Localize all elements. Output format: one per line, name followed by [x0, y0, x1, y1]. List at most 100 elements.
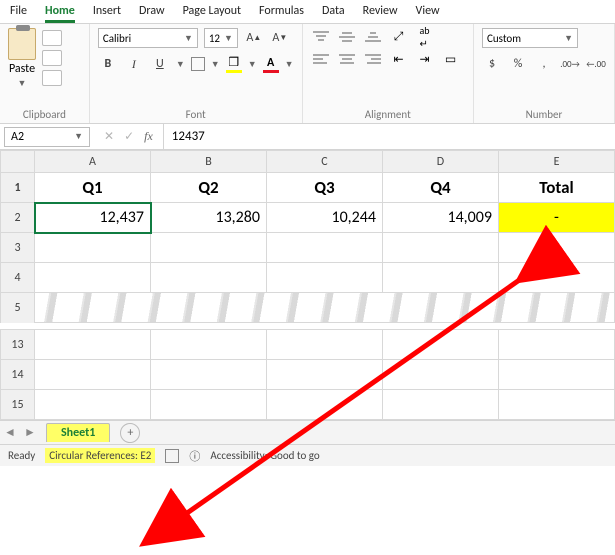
percent-button[interactable]: %: [508, 54, 528, 74]
font-size-select[interactable]: 12▼: [204, 28, 238, 48]
cell[interactable]: [35, 330, 151, 360]
col-header-a[interactable]: A: [35, 151, 151, 173]
chevron-down-icon[interactable]: ▼: [248, 59, 257, 70]
cell[interactable]: [151, 330, 267, 360]
cell-d2[interactable]: 14,009: [383, 203, 499, 233]
col-header-b[interactable]: B: [151, 151, 267, 173]
spreadsheet-grid[interactable]: A B C D E 1 Q1 Q2 Q3 Q4 Total 2 12,437 1…: [0, 150, 615, 420]
decrease-decimal-button[interactable]: ←.00: [586, 54, 606, 74]
add-sheet-button[interactable]: +: [120, 423, 140, 443]
cell[interactable]: [151, 263, 267, 293]
col-header-c[interactable]: C: [267, 151, 383, 173]
row-header-5[interactable]: 5: [1, 293, 35, 323]
row-header-1[interactable]: 1: [1, 173, 35, 203]
cell-a2[interactable]: 12,437: [35, 203, 151, 233]
decrease-indent-button[interactable]: ⇤: [389, 50, 409, 68]
fill-color-button[interactable]: ❒: [226, 55, 242, 73]
row-header-2[interactable]: 2: [1, 203, 35, 233]
cell-c2[interactable]: 10,244: [267, 203, 383, 233]
row-header-3[interactable]: 3: [1, 233, 35, 263]
cell[interactable]: [35, 390, 151, 420]
tab-page-layout[interactable]: Page Layout: [183, 4, 241, 20]
row-header-4[interactable]: 4: [1, 263, 35, 293]
wrap-text-button[interactable]: ab↵: [415, 28, 435, 46]
cell[interactable]: [383, 390, 499, 420]
tab-file[interactable]: File: [10, 4, 27, 20]
align-middle-button[interactable]: [337, 28, 357, 46]
accessibility-icon[interactable]: ⓘ: [189, 448, 200, 464]
cell[interactable]: [383, 263, 499, 293]
increase-font-icon[interactable]: A▲: [244, 28, 264, 48]
cell-e1[interactable]: Total: [499, 173, 615, 203]
cell-a1[interactable]: Q1: [35, 173, 151, 203]
row-header-14[interactable]: 14: [1, 360, 35, 390]
underline-button[interactable]: U: [150, 54, 170, 74]
comma-button[interactable]: ,: [534, 54, 554, 74]
tab-formulas[interactable]: Formulas: [259, 4, 304, 20]
increase-decimal-button[interactable]: .00→: [560, 54, 580, 74]
cell[interactable]: [499, 330, 615, 360]
fx-icon[interactable]: fx: [144, 129, 153, 144]
currency-button[interactable]: $: [482, 54, 502, 74]
chevron-down-icon[interactable]: ▼: [211, 59, 220, 70]
cell[interactable]: [267, 390, 383, 420]
tab-draw[interactable]: Draw: [139, 4, 165, 20]
cell[interactable]: [35, 360, 151, 390]
font-name-select[interactable]: Calibri▼: [98, 28, 198, 48]
cell[interactable]: [499, 390, 615, 420]
tab-home[interactable]: Home: [45, 4, 75, 23]
sheet-nav-next[interactable]: ►: [20, 425, 40, 440]
copy-button[interactable]: [42, 50, 62, 66]
cell[interactable]: [383, 360, 499, 390]
tab-insert[interactable]: Insert: [93, 4, 121, 20]
bold-button[interactable]: B: [98, 54, 118, 74]
cell-e2[interactable]: -: [499, 203, 615, 233]
font-color-button[interactable]: A: [263, 56, 279, 73]
status-circular-reference[interactable]: Circular References: E2: [45, 448, 155, 463]
enter-icon[interactable]: ✓: [124, 129, 134, 144]
cell[interactable]: [499, 233, 615, 263]
cell[interactable]: [383, 233, 499, 263]
tab-data[interactable]: Data: [322, 4, 345, 20]
cell[interactable]: [151, 390, 267, 420]
cancel-icon[interactable]: ✕: [104, 129, 114, 144]
chevron-down-icon[interactable]: ▼: [285, 59, 294, 70]
cell[interactable]: [267, 360, 383, 390]
row-header-15[interactable]: 15: [1, 390, 35, 420]
cell-c1[interactable]: Q3: [267, 173, 383, 203]
select-all-corner[interactable]: [1, 151, 35, 173]
align-right-button[interactable]: [363, 50, 383, 68]
italic-button[interactable]: I: [124, 54, 144, 74]
col-header-e[interactable]: E: [499, 151, 615, 173]
align-center-button[interactable]: [337, 50, 357, 68]
cell[interactable]: [35, 233, 151, 263]
merge-button[interactable]: ▭: [441, 50, 461, 68]
cell[interactable]: [267, 330, 383, 360]
cell[interactable]: [151, 233, 267, 263]
formula-bar[interactable]: 12437: [163, 124, 615, 149]
cell-b2[interactable]: 13,280: [151, 203, 267, 233]
cell[interactable]: [267, 233, 383, 263]
sheet-nav-prev[interactable]: ◄: [0, 425, 20, 440]
decrease-font-icon[interactable]: A▼: [270, 28, 290, 48]
cell-b1[interactable]: Q2: [151, 173, 267, 203]
chevron-down-icon[interactable]: ▼: [176, 59, 185, 70]
format-painter-button[interactable]: [42, 70, 62, 86]
borders-button[interactable]: [191, 57, 205, 71]
sheet-tab-sheet1[interactable]: Sheet1: [46, 423, 110, 442]
name-box[interactable]: A2▼: [4, 127, 90, 147]
cut-button[interactable]: [42, 30, 62, 46]
tab-review[interactable]: Review: [363, 4, 398, 20]
cell[interactable]: [499, 263, 615, 293]
macro-record-icon[interactable]: [165, 449, 179, 463]
orientation-button[interactable]: ⤢: [389, 28, 409, 46]
align-left-button[interactable]: [311, 50, 331, 68]
cell[interactable]: [383, 330, 499, 360]
align-bottom-button[interactable]: [363, 28, 383, 46]
row-header-13[interactable]: 13: [1, 330, 35, 360]
increase-indent-button[interactable]: ⇥: [415, 50, 435, 68]
paste-button[interactable]: Paste ▼: [8, 28, 36, 89]
cell[interactable]: [35, 263, 151, 293]
cell[interactable]: [267, 263, 383, 293]
col-header-d[interactable]: D: [383, 151, 499, 173]
